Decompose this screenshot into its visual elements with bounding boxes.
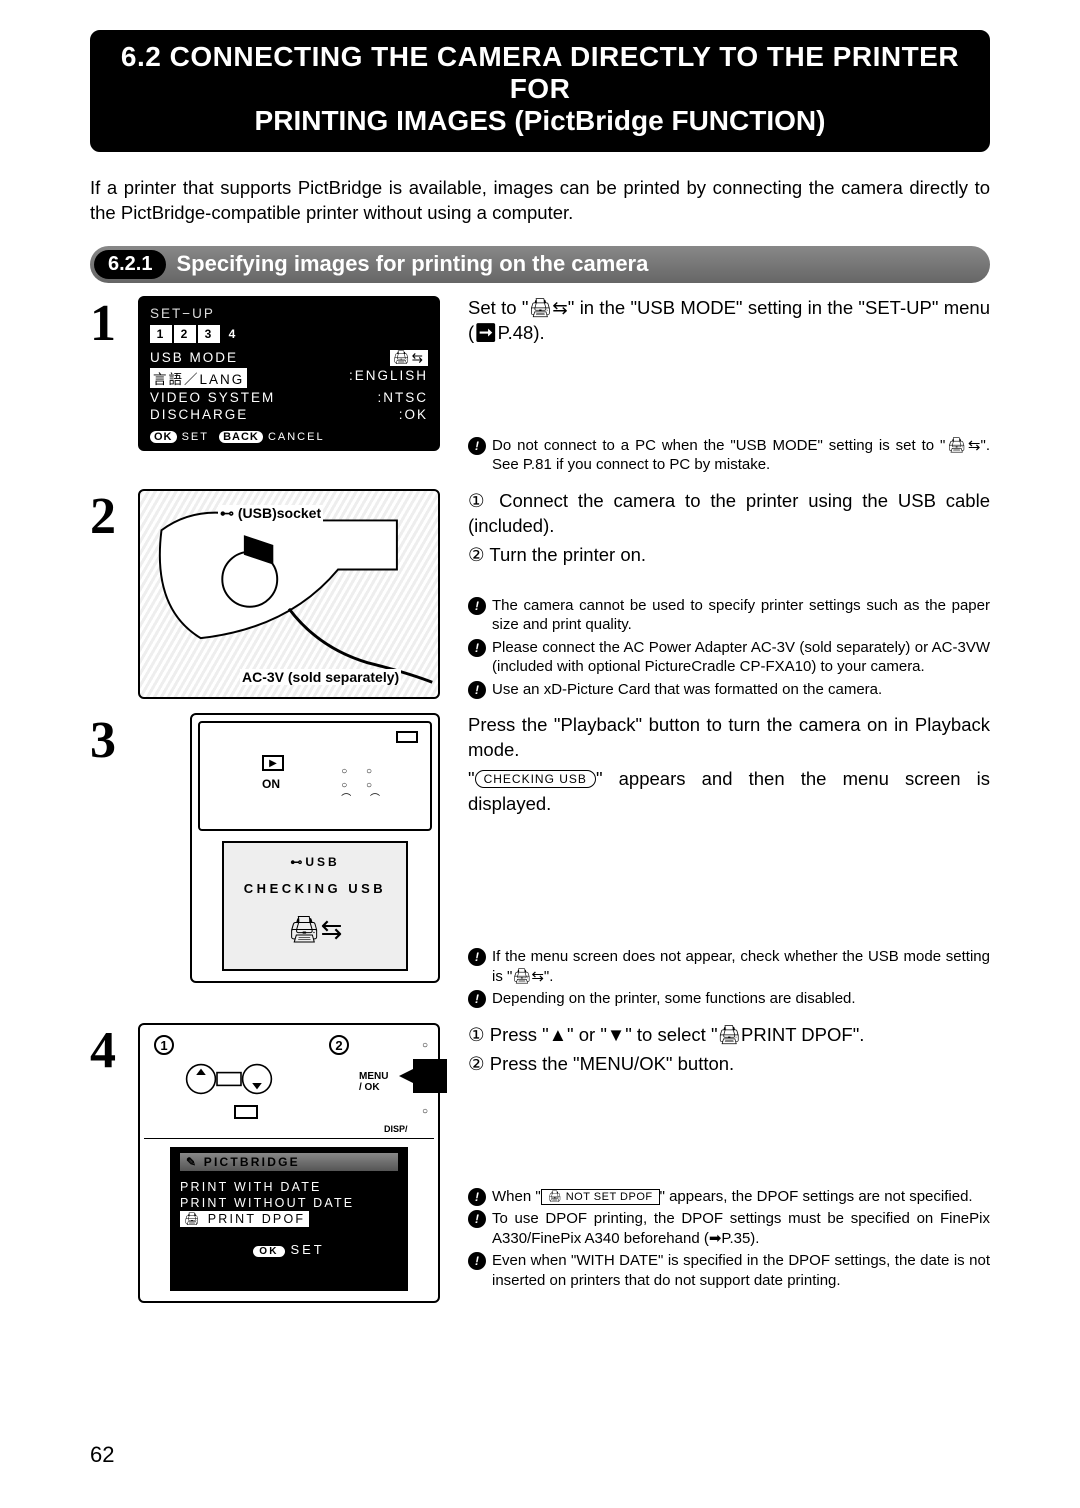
caution-icon: ! [468,1188,486,1206]
caution-icon: ! [468,597,486,615]
tab-1: 1 [150,325,172,343]
usb-socket-label: ⊷ (USB)socket [218,505,323,522]
menu-item-with-date: PRINT WITH DATE [180,1179,398,1195]
step4-instruction-2: ② Press the "MENU/OK" button. [468,1052,990,1077]
on-label: ON [262,777,280,791]
row-lang-val: :ENGLISH [349,368,428,388]
row-usb-mode-val: 🖨⇆ [390,350,428,366]
disp-label: DISP/ [384,1124,408,1134]
side-dots-icon: ○○○○ [422,1035,428,1123]
tab-2: 2 [174,325,196,343]
menu-select-illustration: 1 2 MENU / OK DISP/ [138,1023,440,1303]
step3-instruction-b: "CHECKING USB" appears and then the menu… [468,767,990,817]
set-label: SET [182,431,209,443]
lcd-pictbridge-menu: ✎ PICTBRIDGE PRINT WITH DATE PRINT WITHO… [170,1147,408,1291]
step2-note-1: !The camera cannot be used to specify pr… [468,596,990,635]
step-number: 3 [90,713,138,983]
set-label: SET [290,1242,324,1257]
step-1: 1 SET−UP 1 2 3 4 USB MODE🖨⇆ 言語／LANG:ENG [90,295,990,478]
lcd-tabs: 1 2 3 4 [150,325,428,343]
ok-pill: OK [150,431,177,443]
pictbridge-icon: 🖨⇆ [224,914,406,945]
step3-note-1: !If the menu screen does not appear, che… [468,947,990,986]
step3-note-2: !Depending on the printer, some function… [468,989,990,1009]
tab-4: 4 [222,325,244,343]
step1-instruction: Set to "🖨⇆" in the "USB MODE" setting in… [468,296,990,346]
not-set-dpof-box: 🖨 NOT SET DPOF [541,1189,660,1205]
title-line-1: 6.2 CONNECTING THE CAMERA DIRECTLY TO TH… [113,41,967,105]
battery-icon [234,1105,258,1119]
ac3v-label: AC-3V (sold separately) [240,669,401,685]
ok-pill: OK [253,1246,284,1257]
checking-usb-label: CHECKING USB [224,881,406,896]
step-number: 1 [90,296,138,451]
playback-illustration: ▶ ON ○ ○○ ○⌒ ⌒ ⊷USB CHECKING USB 🖨⇆ [190,713,440,983]
menu-item-without-date: PRINT WITHOUT DATE [180,1195,398,1211]
back-pill: BACK [219,431,263,443]
row-video-val: :NTSC [378,390,429,405]
intro-text: If a printer that supports PictBridge is… [90,176,990,226]
step2-instruction-1: ① Connect the camera to the printer usin… [468,489,990,539]
page-number: 62 [90,1442,114,1468]
caution-icon: ! [468,681,486,699]
row-video: VIDEO SYSTEM [150,390,275,405]
callout-1-icon: 1 [154,1035,174,1055]
row-usb-mode: USB MODE [150,350,238,366]
step-2: 2 ⊷ (USB)socket AC-3V (sold separately) [90,488,990,702]
subsection-label: Specifying images for printing on the ca… [176,251,648,277]
step2-note-2: !Please connect the AC Power Adapter AC-… [468,638,990,677]
playback-icon: ▶ [262,755,284,771]
step4-note-1: !When "🖨 NOT SET DPOF" appears, the DPOF… [468,1187,990,1207]
caution-icon: ! [468,990,486,1008]
ok-set-footer: OK SET [180,1242,398,1257]
title-line-2: PRINTING IMAGES (PictBridge FUNCTION) [113,105,967,137]
row-lang: 言語／LANG [150,368,247,388]
dots-icon: ○ ○○ ○⌒ ⌒ [341,765,388,807]
step-number: 4 [90,1023,138,1303]
row-discharge: DISCHARGE [150,407,248,422]
subsection-number: 6.2.1 [94,250,166,279]
battery-icon [396,731,418,743]
caution-icon: ! [468,1210,486,1228]
step3-instruction-a: Press the "Playback" button to turn the … [468,713,990,763]
lcd-checking-screen: ⊷USB CHECKING USB 🖨⇆ [222,841,408,971]
lcd-menu-header: ✎ PICTBRIDGE [180,1153,398,1171]
lcd-footer: OK SET BACK CANCEL [150,431,428,443]
menu-item-print-dpof: 🖨 PRINT DPOF [180,1211,309,1227]
caution-icon: ! [468,639,486,657]
step-number: 2 [90,489,138,699]
step4-instruction-1: ① Press "▲" or "▼" to select "🖨PRINT DPO… [468,1023,990,1048]
lcd-setup-screen: SET−UP 1 2 3 4 USB MODE 🖨⇆ 言語／LANG :ENGLIS… [140,298,438,449]
step-3: 3 ▶ ON ○ ○○ ○⌒ ⌒ ⊷USB CHECKING USB 🖨⇆ [90,712,990,1011]
usb-connection-illustration: ⊷ (USB)socket AC-3V (sold separately) [138,489,440,699]
step1-note-1: !Do not connect to a PC when the "USB MO… [468,436,990,475]
cancel-label: CANCEL [268,431,325,443]
row-discharge-val: :OK [399,407,428,422]
lcd-header: SET−UP [150,306,428,321]
caution-icon: ! [468,437,486,455]
section-title: 6.2 CONNECTING THE CAMERA DIRECTLY TO TH… [90,30,990,152]
caution-icon: ! [468,948,486,966]
dpad-icon [174,1059,284,1099]
caution-icon: ! [468,1252,486,1270]
step2-instruction-2: ② Turn the printer on. [468,543,990,568]
callout-2-icon: 2 [329,1035,349,1055]
step4-note-3: !Even when "WITH DATE" is specified in t… [468,1251,990,1290]
subsection-bar: 6.2.1 Specifying images for printing on … [90,246,990,283]
usb-label: ⊷USB [224,855,406,869]
step2-note-3: !Use an xD-Picture Card that was formatt… [468,680,990,700]
step-4: 4 1 2 MENU / OK [90,1022,990,1303]
menu-ok-label: MENU / OK [359,1071,388,1093]
tab-3: 3 [198,325,220,343]
step4-note-2: !To use DPOF printing, the DPOF settings… [468,1209,990,1248]
checking-usb-pill: CHECKING USB [475,770,596,788]
